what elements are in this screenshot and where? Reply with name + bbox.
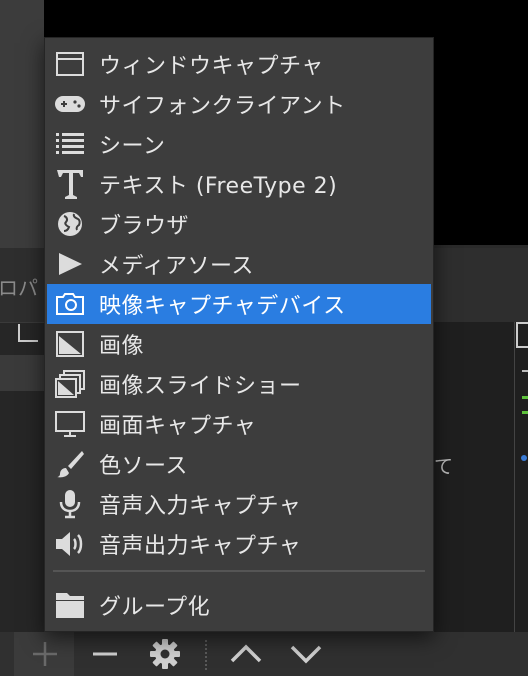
menu-item-text-freetype[interactable]: テキスト (FreeType 2) <box>47 164 431 204</box>
menu-item-video-capture-device[interactable]: 映像キャプチャデバイス <box>47 284 431 324</box>
status-dot-icon <box>521 455 527 461</box>
list-icon <box>51 127 89 161</box>
dock-float-icon[interactable] <box>18 324 38 342</box>
remove-icon[interactable] <box>86 632 124 676</box>
gear-icon[interactable] <box>146 632 184 676</box>
window-icon <box>51 47 89 81</box>
chevron-up-icon[interactable] <box>226 632 266 676</box>
menu-item-label: ブラウザ <box>99 214 190 239</box>
menu-item-color-source[interactable]: 色ソース <box>47 444 431 484</box>
menu-item-label: 音声出力キャプチャ <box>99 534 302 559</box>
menu-item-display-capture[interactable]: 画面キャプチャ <box>47 404 431 444</box>
menu-item-label: テキスト (FreeType 2) <box>99 174 338 199</box>
text-icon <box>51 167 89 201</box>
menu-item-label: 画像 <box>99 334 145 359</box>
add-source-menu: ウィンドウキャプチャ サイフォンクライアント シーン テキスト (FreeTyp… <box>44 37 434 632</box>
menu-separator <box>53 570 425 572</box>
speaker-icon <box>51 527 89 561</box>
brush-icon <box>51 447 89 481</box>
folder-icon <box>51 588 89 622</box>
menu-item-audio-output-capture[interactable]: 音声出力キャプチャ <box>47 524 431 564</box>
right-dock-icon[interactable] <box>516 322 528 348</box>
slideshow-icon <box>51 367 89 401</box>
chevron-down-icon[interactable] <box>286 632 326 676</box>
scroll-indicator <box>522 370 528 372</box>
add-icon[interactable] <box>26 632 64 676</box>
menu-item-label: シーン <box>99 134 166 159</box>
menu-item-label: 画像スライドショー <box>99 374 302 399</box>
menu-item-group[interactable]: グループ化 <box>47 585 431 625</box>
camera-icon <box>51 287 89 321</box>
audio-level-icon <box>522 396 528 414</box>
truncated-label: て <box>434 456 454 478</box>
menu-item-window-capture[interactable]: ウィンドウキャプチャ <box>47 44 431 84</box>
monitor-icon <box>51 407 89 441</box>
menu-item-scene[interactable]: シーン <box>47 124 431 164</box>
menu-item-label: 色ソース <box>99 454 188 479</box>
menu-item-audio-input-capture[interactable]: 音声入力キャプチャ <box>47 484 431 524</box>
left-panel-top <box>0 0 44 248</box>
menu-item-label: メディアソース <box>99 254 254 279</box>
globe-icon <box>51 207 89 241</box>
menu-item-label: 音声入力キャプチャ <box>99 494 302 519</box>
microphone-icon <box>51 487 89 521</box>
menu-item-image[interactable]: 画像 <box>47 324 431 364</box>
image-icon <box>51 327 89 361</box>
play-icon <box>51 247 89 281</box>
menu-item-label: 映像キャプチャデバイス <box>99 294 346 319</box>
menu-item-browser[interactable]: ブラウザ <box>47 204 431 244</box>
menu-item-syphon-client[interactable]: サイフォンクライアント <box>47 84 431 124</box>
dock-title: ロパ <box>0 276 38 300</box>
menu-item-label: ウィンドウキャプチャ <box>99 54 324 79</box>
right-dock <box>514 322 528 632</box>
gamepad-icon <box>51 87 89 121</box>
left-dock <box>0 322 44 633</box>
menu-item-label: グループ化 <box>99 595 211 620</box>
menu-item-label: 画面キャプチャ <box>99 414 257 439</box>
menu-item-media-source[interactable]: メディアソース <box>47 244 431 284</box>
toolbar-divider <box>205 640 207 670</box>
menu-item-image-slideshow[interactable]: 画像スライドショー <box>47 364 431 404</box>
menu-item-label: サイフォンクライアント <box>99 94 346 119</box>
